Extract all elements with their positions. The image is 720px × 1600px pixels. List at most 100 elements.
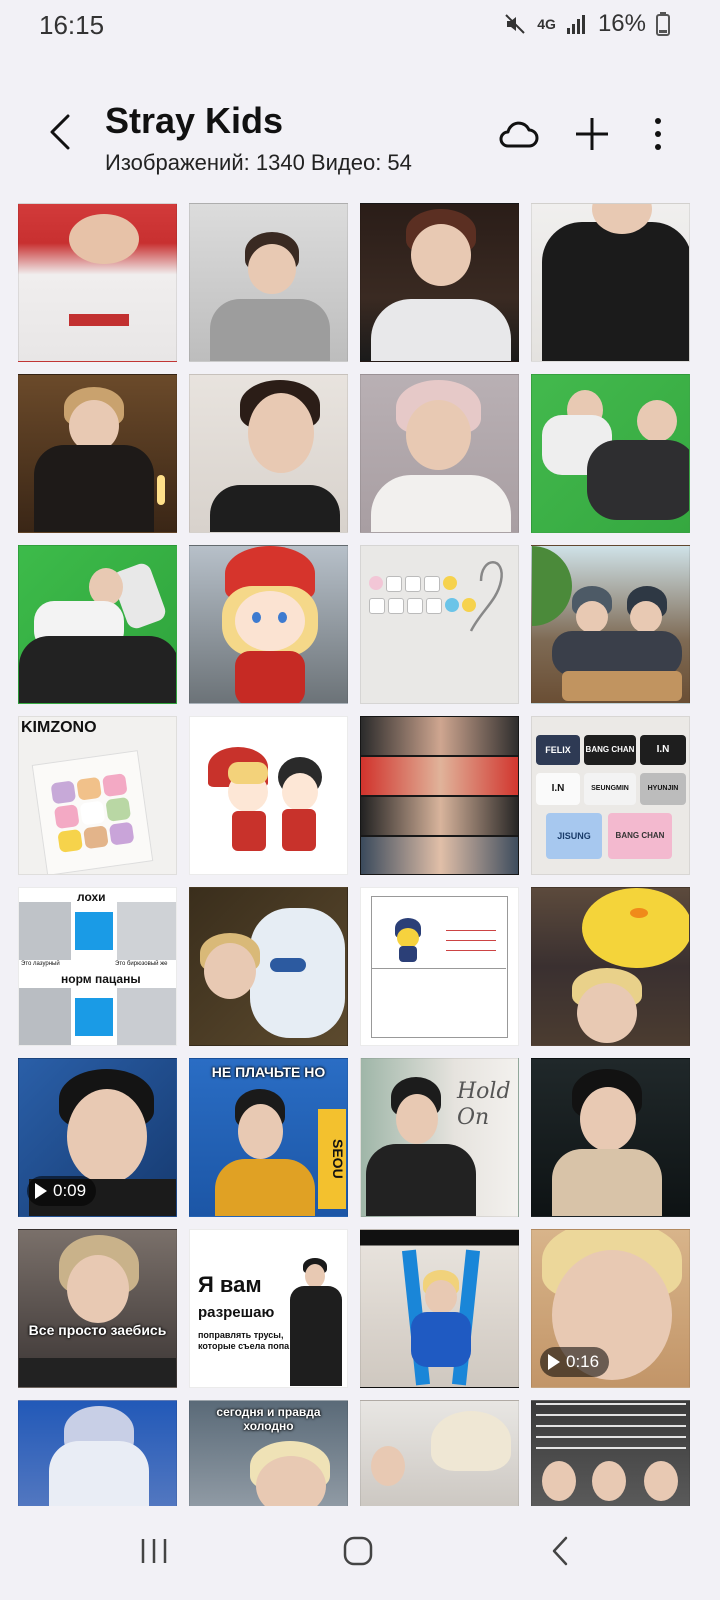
video-duration-badge: 0:16 (540, 1347, 610, 1377)
photo-thumbnail[interactable]: Hold On (360, 1058, 519, 1217)
photo-thumbnail[interactable] (531, 203, 690, 362)
photo-figure-face (235, 591, 305, 651)
photo-thumbnail[interactable]: НЕ ПЛАЧЬТЕ НО SEOU (189, 1058, 348, 1217)
more-vert-icon (655, 118, 661, 150)
photo-figure-face (406, 400, 471, 470)
recent-apps-icon (141, 1539, 167, 1563)
photo-figure-face (238, 1104, 283, 1159)
status-icons: 4G 16% (503, 10, 670, 38)
album-title: Stray Kids (105, 100, 284, 141)
mute-icon (505, 14, 525, 34)
photo-figure-face (204, 943, 256, 999)
shirt-label: HYUNJIN (640, 773, 686, 805)
photo-figure-face (396, 1094, 438, 1144)
photo-thumbnail[interactable] (18, 203, 177, 362)
meme-big-text: Я вам (198, 1272, 262, 1297)
photo-thumbnail[interactable] (189, 545, 348, 704)
photo-thumbnail[interactable] (18, 374, 177, 533)
meme-text: лохи (77, 890, 106, 904)
photo-figure-face (248, 393, 314, 473)
photo-figure-face (67, 1255, 129, 1323)
photo-thumbnail[interactable] (189, 716, 348, 875)
photo-thumbnail[interactable]: KIMZONO (18, 716, 177, 875)
photo-thumbnail[interactable] (18, 1400, 177, 1506)
photo-figure-face (580, 1087, 636, 1151)
album-count: Изображений: 1340 Видео: 54 (105, 150, 412, 175)
photo-figure (69, 214, 139, 264)
photo-figure-face (576, 601, 608, 633)
photo-thumbnail[interactable]: Я вам разрешаю поправлять трусы, которые… (189, 1229, 348, 1388)
more-options-button[interactable] (634, 110, 682, 158)
play-icon (548, 1354, 560, 1370)
video-duration: 0:09 (53, 1181, 87, 1200)
shirt-label: SEUNGMIN (584, 773, 636, 805)
signal-icon (566, 15, 585, 34)
photo-thumbnail[interactable] (360, 1400, 519, 1506)
meme-text: Это бирюзовый же (115, 961, 168, 967)
photo-figure (431, 1411, 511, 1471)
photo-figure-face (592, 1461, 626, 1501)
photo-thumbnail[interactable] (531, 545, 690, 704)
photo-thumbnail[interactable] (360, 203, 519, 362)
shirt-label: JISUNG (546, 813, 602, 859)
photo-figure-face (67, 1089, 147, 1184)
photo-figure-face (542, 1461, 576, 1501)
photo-thumbnail[interactable] (531, 1058, 690, 1217)
photo-figure-face (282, 773, 318, 811)
photo-thumbnail[interactable]: сегодня и правда холодно (189, 1400, 348, 1506)
photo-thumbnail[interactable] (360, 887, 519, 1046)
photo-figure-face (248, 244, 296, 294)
shirt-label: BANG CHAN (608, 813, 672, 859)
meme-caption: НЕ ПЛАЧЬТЕ НО (211, 1064, 326, 1080)
meme-text: норм пацаны (61, 972, 141, 986)
photo-thumbnail[interactable] (360, 374, 519, 533)
shirt-label: I.N (640, 735, 686, 765)
photo-thumbnail[interactable] (360, 1229, 519, 1388)
photo-figure-face (630, 601, 662, 633)
photo-thumbnail[interactable]: Все просто заебись (18, 1229, 177, 1388)
home-icon (343, 1536, 373, 1566)
back-arrow-icon (50, 114, 70, 150)
shirt-label: FELIX (536, 735, 580, 765)
meme-big-text: разрешаю (198, 1304, 275, 1321)
photo-figure-face (425, 1280, 457, 1314)
photo-thumbnail[interactable]: лохи Это лазурный Это бирюзовый же норм … (18, 887, 177, 1046)
system-nav-bar (0, 1506, 720, 1600)
photo-thumbnail[interactable] (189, 887, 348, 1046)
network-type-icon: 4G (537, 16, 556, 32)
meme-caption: Все просто заебись (28, 1322, 167, 1338)
photo-figure-face (644, 1461, 678, 1501)
status-bar: 16:15 4G 16% (0, 0, 720, 54)
earring-hook-icon (469, 561, 503, 632)
back-button[interactable] (38, 110, 82, 154)
photo-grid: KIMZONO FELIX BANG CHAN I.N I.N SEUNGMIN… (18, 203, 702, 1506)
plus-icon (576, 118, 608, 150)
photo-thumbnail[interactable] (360, 545, 519, 704)
photo-thumbnail[interactable] (360, 716, 519, 875)
photo-thumbnail[interactable] (531, 1400, 690, 1506)
photo-figure-face (371, 1446, 405, 1486)
photo-thumbnail[interactable] (189, 203, 348, 362)
battery-icon (656, 12, 670, 36)
photo-thumbnail[interactable] (189, 374, 348, 533)
photo-thumbnail[interactable] (18, 545, 177, 704)
video-thumbnail[interactable]: 0:09 (18, 1058, 177, 1217)
back-icon (552, 1536, 568, 1566)
shirt-label: I.N (536, 773, 580, 805)
system-back-button[interactable] (530, 1526, 590, 1576)
recent-apps-button[interactable] (124, 1526, 184, 1576)
photo-thumbnail[interactable] (531, 374, 690, 533)
video-duration-badge: 0:09 (27, 1176, 97, 1206)
photo-thumbnail[interactable] (531, 887, 690, 1046)
cloud-icon (499, 121, 539, 148)
cover-title: Hold On (457, 1079, 511, 1130)
photo-figure-face (411, 224, 471, 286)
cloud-sync-button[interactable] (494, 110, 542, 158)
photo-thumbnail[interactable]: FELIX BANG CHAN I.N I.N SEUNGMIN HYUNJIN… (531, 716, 690, 875)
play-icon (35, 1183, 47, 1199)
home-button[interactable] (328, 1526, 388, 1576)
battery-percent: 16% (597, 10, 646, 37)
add-button[interactable] (568, 110, 616, 158)
video-thumbnail[interactable]: 0:16 (531, 1229, 690, 1388)
album-header: Stray Kids Изображений: 1340 Видео: 54 (0, 96, 720, 186)
